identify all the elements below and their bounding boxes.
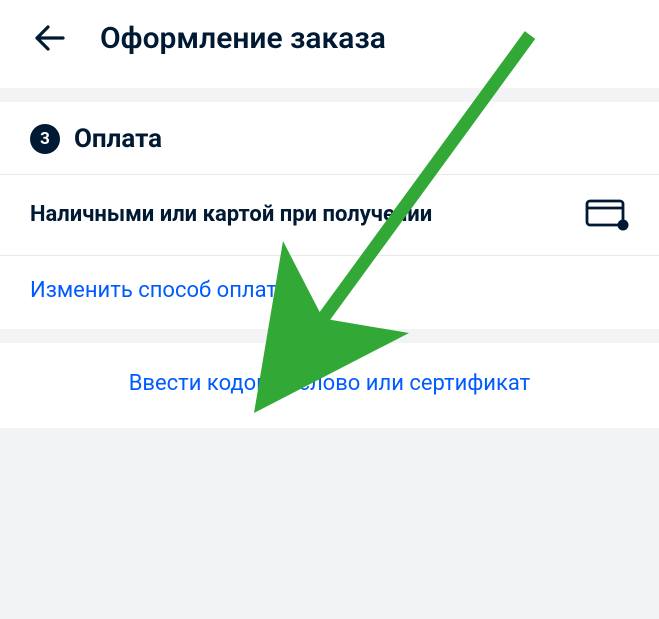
credit-card-icon: [585, 197, 629, 233]
payment-method-row[interactable]: Наличными или картой при получении: [0, 175, 659, 256]
payment-section: 3 Оплата Наличными или картой при получе…: [0, 102, 659, 329]
enter-code-link[interactable]: Ввести кодовое слово или сертификат: [129, 371, 531, 396]
arrow-left-icon: [35, 25, 65, 51]
header-bar: Оформление заказа: [0, 0, 659, 88]
payment-section-header: 3 Оплата: [0, 102, 659, 175]
change-payment-link[interactable]: Изменить способ оплаты: [0, 256, 659, 329]
certificate-section: Ввести кодовое слово или сертификат: [0, 343, 659, 428]
back-button[interactable]: [30, 18, 70, 58]
page-title: Оформление заказа: [100, 21, 386, 56]
step-badge: 3: [30, 124, 60, 154]
payment-section-title: Оплата: [74, 124, 162, 154]
payment-method-text: Наличными или картой при получении: [30, 199, 432, 231]
